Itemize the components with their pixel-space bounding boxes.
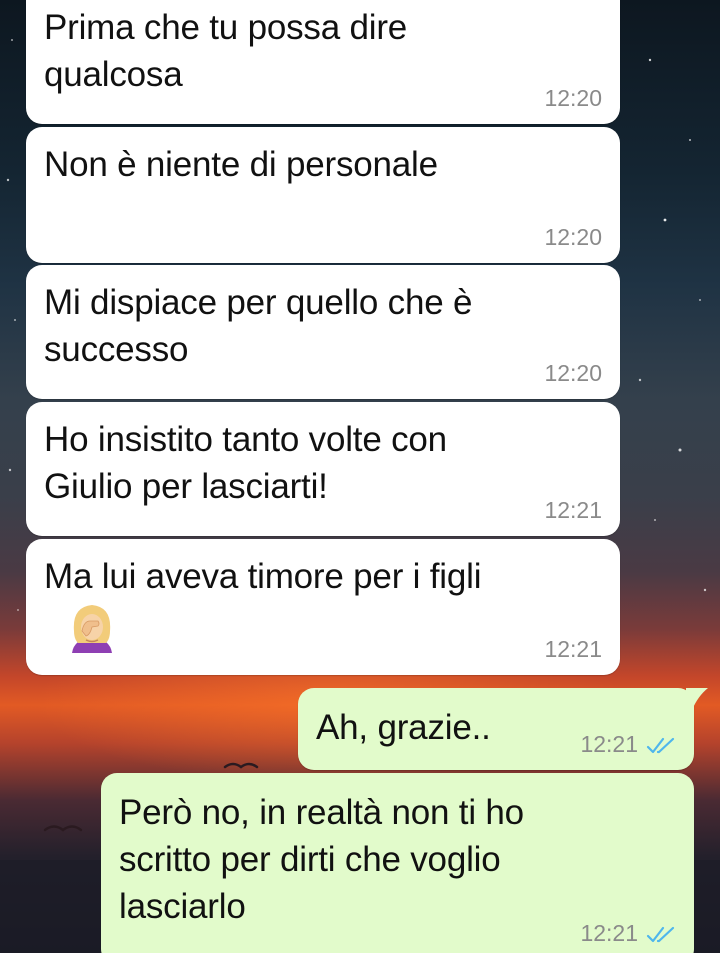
read-double-tick-icon <box>646 926 675 943</box>
chat-background: Prima che tu possa dire qualcosa 12:20 N… <box>0 0 720 953</box>
message-timestamp: 12:21 <box>544 636 602 662</box>
incoming-message-bubble[interactable]: Prima che tu possa dire qualcosa 12:20 <box>26 0 620 124</box>
message-text: Ho insistito tanto volte con Giulio per … <box>44 420 447 506</box>
message-text: Prima che tu possa dire qualcosa <box>44 8 408 94</box>
bubble-tail-icon <box>686 688 708 710</box>
message-text: Non è niente di personale <box>44 145 438 184</box>
message-text: Ah, grazie.. <box>316 708 491 747</box>
woman-facepalming-icon <box>72 605 112 653</box>
message-timestamp: 12:20 <box>544 85 602 111</box>
message-timestamp: 12:21 <box>580 920 638 946</box>
message-text: Però no, in realtà non ti ho scritto per… <box>119 793 524 926</box>
message-timestamp: 12:21 <box>544 497 602 523</box>
message-timestamp: 12:20 <box>544 224 602 250</box>
read-double-tick-icon <box>646 737 675 754</box>
incoming-message-bubble[interactable]: Ma lui aveva timore per i figli 12:21 <box>26 539 620 675</box>
outgoing-message-bubble[interactable]: Ah, grazie.. 12:21 <box>298 688 694 770</box>
message-text: Mi dispiace per quello che è successo <box>44 283 473 369</box>
outgoing-message-bubble[interactable]: Però no, in realtà non ti ho scritto per… <box>101 773 694 953</box>
message-timestamp: 12:20 <box>544 360 602 386</box>
incoming-message-bubble[interactable]: Mi dispiace per quello che è successo 12… <box>26 265 620 399</box>
message-timestamp: 12:21 <box>580 731 638 757</box>
message-text: Ma lui aveva timore per i figli <box>44 557 482 596</box>
incoming-message-bubble[interactable]: Non è niente di personale 12:20 <box>26 127 620 263</box>
incoming-message-bubble[interactable]: Ho insistito tanto volte con Giulio per … <box>26 402 620 536</box>
